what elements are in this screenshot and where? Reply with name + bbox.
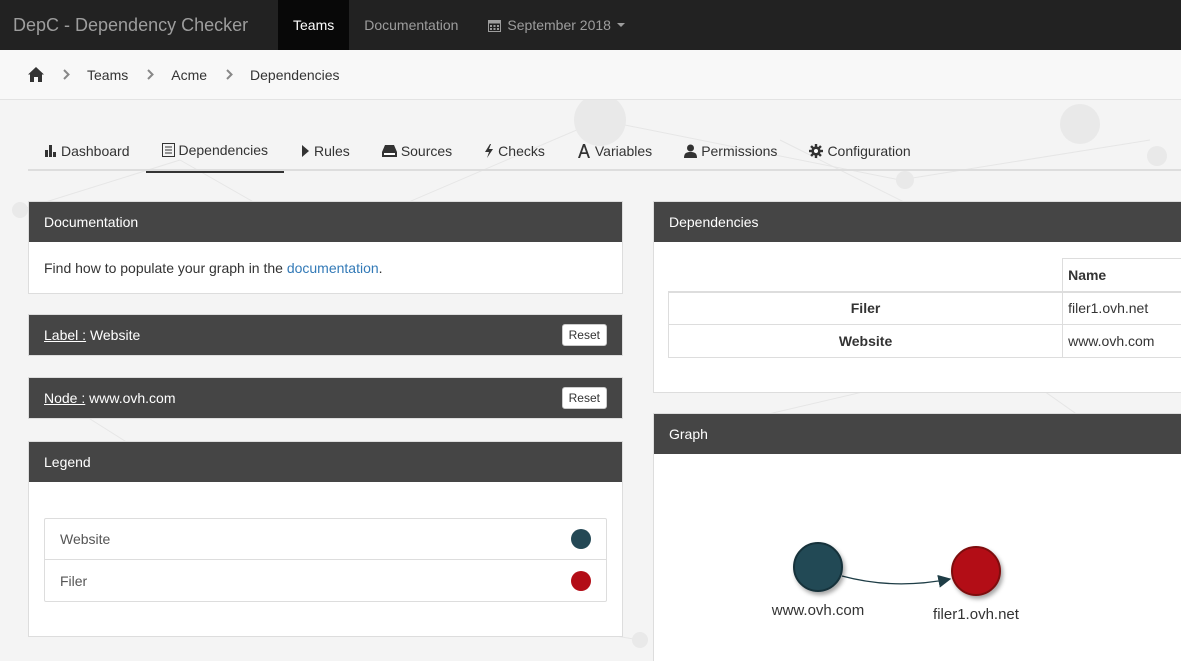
tab-configuration[interactable]: Configuration: [793, 130, 926, 171]
label-reset-button[interactable]: Reset: [561, 324, 607, 346]
label-filter-value: Website: [89, 327, 141, 343]
tab-dependencies-label: Dependencies: [178, 141, 269, 158]
nav-month-dropdown[interactable]: September 2018: [473, 0, 640, 50]
legend-panel-title: Legend: [44, 454, 91, 470]
nav-documentation-label: Documentation: [364, 17, 459, 33]
nav-month-label: September 2018: [507, 17, 611, 33]
label-filter-text: Label : Website: [44, 327, 140, 343]
graph-panel-title: Graph: [669, 426, 708, 442]
legend-panel: Legend Website Filer: [28, 441, 623, 637]
graph-panel: Graph www.ovh.com filer1.ovh.net: [653, 413, 1181, 661]
label-filter-panel: Label : Website Reset: [28, 314, 623, 356]
documentation-text: Find how to populate your graph in the: [44, 260, 287, 276]
bar-chart-icon: [44, 144, 57, 157]
home-icon[interactable]: [28, 67, 44, 82]
label-filter-heading: Label : Website Reset: [29, 315, 622, 355]
tab-dashboard[interactable]: Dashboard: [28, 130, 146, 171]
legend-color-dot: [571, 529, 591, 549]
nav-teams-label: Teams: [293, 17, 335, 33]
chevron-right-icon: [147, 69, 155, 80]
legend-item-website: Website: [45, 519, 606, 560]
tab-permissions[interactable]: Permissions: [668, 130, 793, 171]
row-label: Website: [667, 324, 1064, 358]
legend-list: Website Filer: [44, 518, 607, 602]
font-icon: [577, 143, 591, 158]
legend-item-label: Filer: [60, 572, 88, 589]
node-filter-panel: Node : www.ovh.com Reset: [28, 377, 623, 419]
team-tabs: Dashboard Dependencies Rules Sources Che…: [28, 130, 1181, 173]
tab-checks-label: Checks: [498, 142, 545, 159]
dependencies-panel: Dependencies Name Filer filer1.ovh.net W…: [653, 201, 1181, 393]
tab-dependencies[interactable]: Dependencies: [145, 130, 285, 173]
breadcrumb: Teams Acme Dependencies: [0, 50, 1181, 100]
graph-node-filer[interactable]: [951, 546, 1001, 596]
nav-documentation[interactable]: Documentation: [349, 0, 473, 50]
list-icon: [161, 142, 175, 157]
row-name[interactable]: filer1.ovh.net: [1062, 291, 1181, 325]
dependency-graph[interactable]: www.ovh.com filer1.ovh.net: [654, 454, 1181, 661]
label-filter-key: Label :: [44, 327, 87, 343]
dependencies-panel-heading: Dependencies: [654, 202, 1181, 242]
breadcrumb-dependencies: Dependencies: [250, 66, 340, 83]
legend-panel-heading: Legend: [29, 442, 622, 482]
documentation-link[interactable]: documentation: [287, 260, 379, 276]
tab-dashboard-label: Dashboard: [61, 142, 130, 159]
table-header-empty: [668, 258, 1063, 293]
graph-node-website[interactable]: [793, 542, 843, 592]
tab-sources[interactable]: Sources: [366, 130, 468, 171]
breadcrumb-acme[interactable]: Acme: [171, 67, 207, 83]
row-name[interactable]: www.ovh.com: [1062, 324, 1181, 358]
user-icon: [684, 144, 698, 158]
top-navbar: DepC - Dependency Checker Teams Document…: [0, 0, 1181, 50]
graph-panel-heading: Graph: [654, 414, 1181, 454]
nav-teams[interactable]: Teams: [278, 0, 350, 50]
dependencies-panel-title: Dependencies: [669, 214, 759, 230]
row-label: Filer: [667, 291, 1064, 325]
documentation-panel-body: Find how to populate your graph in the d…: [29, 242, 622, 291]
calendar-icon: [488, 19, 502, 32]
node-filter-text: Node : www.ovh.com: [44, 390, 176, 406]
flash-icon: [484, 143, 494, 158]
graph-node-label: www.ovh.com: [771, 602, 865, 619]
tab-sources-label: Sources: [400, 142, 453, 159]
documentation-panel: Documentation Find how to populate your …: [28, 201, 623, 294]
hdd-icon: [381, 144, 397, 157]
table-header-name[interactable]: Name: [1062, 258, 1181, 293]
legend-panel-body: Website Filer: [29, 482, 622, 602]
tab-variables-label: Variables: [594, 142, 653, 159]
tab-rules-label: Rules: [314, 142, 350, 159]
node-filter-value: www.ovh.com: [89, 390, 176, 406]
app-brand[interactable]: DepC - Dependency Checker: [0, 0, 278, 50]
chevron-right-icon: [226, 69, 233, 80]
table-row: Filer filer1.ovh.net: [667, 291, 1181, 325]
tab-rules[interactable]: Rules: [284, 130, 366, 171]
documentation-panel-title: Documentation: [44, 214, 139, 230]
legend-item-filer: Filer: [45, 560, 606, 601]
legend-color-dot: [571, 570, 591, 591]
legend-item-label: Website: [60, 531, 111, 547]
breadcrumb-teams[interactable]: Teams: [87, 67, 128, 83]
tab-configuration-label: Configuration: [827, 142, 911, 159]
graph-edge: [841, 574, 952, 588]
node-reset-button[interactable]: Reset: [561, 387, 607, 409]
cog-icon: [809, 143, 824, 158]
dependencies-table: Name Filer filer1.ovh.net Website www.ov…: [667, 258, 1181, 358]
play-icon: [300, 144, 310, 157]
documentation-text-end: .: [378, 260, 383, 276]
graph-node-label: filer1.ovh.net: [933, 606, 1020, 623]
table-row: Website www.ovh.com: [667, 324, 1181, 358]
tab-variables[interactable]: Variables: [561, 130, 668, 171]
chevron-right-icon: [63, 69, 70, 80]
documentation-panel-heading: Documentation: [29, 202, 622, 242]
tab-checks[interactable]: Checks: [468, 130, 561, 171]
chevron-down-icon: [616, 23, 625, 27]
node-filter-heading: Node : www.ovh.com Reset: [29, 378, 622, 418]
node-filter-key: Node :: [44, 390, 86, 406]
tab-permissions-label: Permissions: [701, 142, 778, 159]
